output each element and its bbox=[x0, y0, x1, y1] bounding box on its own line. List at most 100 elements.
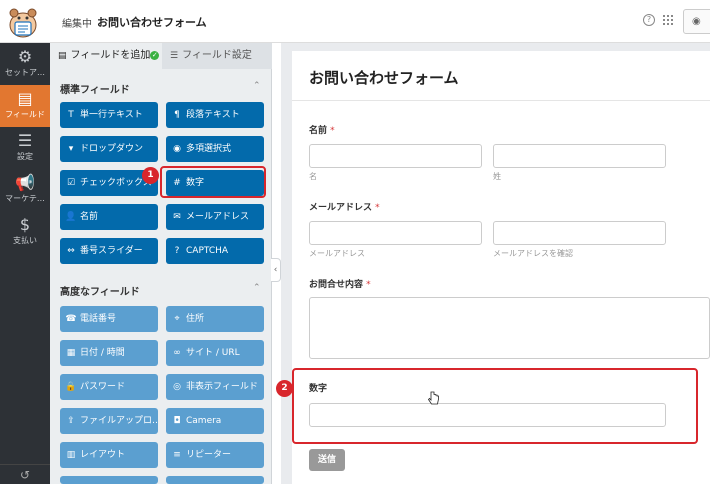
tab-field-settings[interactable]: ☰ フィールド設定 bbox=[162, 43, 272, 69]
sliders-icon: ☰ bbox=[17, 131, 33, 150]
repeater-icon: ≡ bbox=[173, 450, 181, 460]
first-name-input[interactable] bbox=[309, 144, 482, 168]
standard-fields-title: 標準フィールド bbox=[60, 85, 130, 96]
email-input[interactable] bbox=[309, 221, 482, 245]
megaphone-icon: 📢 bbox=[15, 173, 35, 192]
tab-add-fields-label: フィールドを追加 bbox=[70, 50, 151, 61]
last-name-input[interactable] bbox=[493, 144, 666, 168]
field-label: 番号スライダー bbox=[80, 246, 143, 256]
field-multiple-choice[interactable]: ◉ 多項選択式 bbox=[166, 136, 264, 162]
collapse-panel-handle[interactable]: ‹ bbox=[271, 258, 281, 282]
field-label: パスワード bbox=[80, 382, 126, 392]
field-hidden[interactable]: ◎ 非表示フィールド bbox=[166, 374, 264, 400]
form-name-title: お問い合わせフォーム bbox=[97, 16, 207, 29]
field-label: 日付 / 時間 bbox=[80, 348, 125, 358]
chevron-left-icon: ‹ bbox=[273, 265, 278, 275]
dropdown-icon: ▾ bbox=[68, 144, 74, 154]
camera-icon: ◘ bbox=[173, 416, 181, 426]
form-title: お問い合わせフォーム bbox=[309, 69, 459, 87]
nav-settings[interactable]: ☰ 設定 bbox=[0, 127, 50, 169]
field-more[interactable] bbox=[60, 476, 158, 484]
map-pin-icon: ⌖ bbox=[174, 314, 180, 324]
check-icon: ✓ bbox=[150, 50, 160, 60]
tab-add-fields[interactable]: ▤ フィールドを追加 ✓ bbox=[50, 43, 162, 69]
chevron-up-icon[interactable]: ⌃ bbox=[253, 81, 261, 91]
step-2-badge: 2 bbox=[276, 380, 293, 397]
field-website-url[interactable]: ∞ サイト / URL bbox=[166, 340, 264, 366]
revisions-icon[interactable]: ↺ bbox=[0, 464, 50, 484]
nav-payments[interactable]: $ 支払い bbox=[0, 211, 50, 253]
field-layout[interactable]: ▥ レイアウト bbox=[60, 442, 158, 468]
field-dropdown[interactable]: ▾ ドロップダウン bbox=[60, 136, 158, 162]
user-icon: 👤 bbox=[65, 212, 77, 222]
text-icon: T bbox=[68, 110, 74, 120]
sliders-icon: ☰ bbox=[170, 51, 179, 61]
required-mark: * bbox=[366, 280, 371, 290]
field-captcha[interactable]: ? CAPTCHA bbox=[166, 238, 264, 264]
message-field-label: お問合せ内容 * bbox=[309, 280, 371, 290]
fields-panel: ▤ フィールドを追加 ✓ ☰ フィールド設定 標準フィールド ⌃ T 単一行テキスト ¶… bbox=[50, 43, 272, 484]
field-camera[interactable]: ◘ Camera bbox=[166, 408, 264, 434]
gear-icon: ⚙ bbox=[17, 47, 33, 66]
question-icon: ? bbox=[174, 246, 180, 256]
panel-tabs: ▤ フィールドを追加 ✓ ☰ フィールド設定 bbox=[50, 43, 272, 69]
chevron-up-icon[interactable]: ⌃ bbox=[253, 283, 261, 293]
email-confirm-sublabel: メールアドレスを確認 bbox=[493, 249, 573, 258]
field-date-time[interactable]: ▦ 日付 / 時間 bbox=[60, 340, 158, 366]
field-more[interactable] bbox=[166, 476, 264, 484]
last-name-sublabel: 姓 bbox=[493, 172, 501, 181]
link-icon: ∞ bbox=[173, 348, 181, 358]
list-icon: ▤ bbox=[58, 51, 67, 61]
field-repeater[interactable]: ≡ リピーター bbox=[166, 442, 264, 468]
nav-settings-label: 設定 bbox=[17, 152, 33, 161]
upload-icon: ⇪ bbox=[67, 416, 75, 426]
field-label: CAPTCHA bbox=[186, 246, 229, 256]
nav-marketing[interactable]: 📢 マーケテ… bbox=[0, 169, 50, 211]
grid-menu-icon[interactable] bbox=[663, 15, 674, 26]
field-label: メールアドレス bbox=[186, 212, 250, 222]
slider-icon: ⇔ bbox=[67, 246, 75, 256]
field-label: レイアウト bbox=[80, 450, 126, 460]
eye-icon: ◉ bbox=[692, 16, 701, 27]
field-single-line-text[interactable]: T 単一行テキスト bbox=[60, 102, 158, 128]
field-label: ファイルアップロ… bbox=[80, 416, 158, 426]
nav-fields-label: フィールド bbox=[5, 110, 45, 119]
lock-icon: 🔒 bbox=[65, 382, 77, 392]
field-name[interactable]: 👤 名前 bbox=[60, 204, 158, 230]
paragraph-icon: ¶ bbox=[174, 110, 180, 120]
preview-button[interactable]: ◉ bbox=[683, 9, 710, 34]
help-icon[interactable]: ? bbox=[643, 14, 655, 26]
advanced-fields-title: 高度なフィールド bbox=[60, 287, 140, 298]
phone-icon: ☎ bbox=[65, 314, 77, 324]
field-password[interactable]: 🔒 パスワード bbox=[60, 374, 158, 400]
field-paragraph-text[interactable]: ¶ 段落テキスト bbox=[166, 102, 264, 128]
email-confirm-input[interactable] bbox=[493, 221, 666, 245]
field-label: 電話番号 bbox=[80, 314, 117, 324]
field-label: 名前 bbox=[80, 212, 99, 222]
step-1-badge: 1 bbox=[142, 167, 159, 184]
nav-setup[interactable]: ⚙ セットア… bbox=[0, 43, 50, 85]
submit-button[interactable]: 送信 bbox=[309, 449, 345, 471]
nav-payments-label: 支払い bbox=[13, 236, 37, 245]
field-label: Camera bbox=[186, 416, 222, 426]
field-phone[interactable]: ☎ 電話番号 bbox=[60, 306, 158, 332]
dollar-icon: $ bbox=[19, 215, 31, 234]
callout-number-field-highlight bbox=[160, 166, 266, 198]
field-number-slider[interactable]: ⇔ 番号スライダー bbox=[60, 238, 158, 264]
columns-icon: ▥ bbox=[66, 450, 76, 460]
eye-slash-icon: ◎ bbox=[173, 382, 181, 392]
wpforms-logo-icon bbox=[9, 8, 37, 38]
nav-fields[interactable]: ▤ フィールド bbox=[0, 85, 50, 127]
required-mark: * bbox=[330, 126, 335, 136]
field-address[interactable]: ⌖ 住所 bbox=[166, 306, 264, 332]
message-textarea[interactable] bbox=[309, 297, 710, 359]
field-file-upload[interactable]: ⇪ ファイルアップロ… bbox=[60, 408, 158, 434]
left-nav: ⚙ セットア… ▤ フィールド ☰ 設定 📢 マーケテ… $ 支払い ↺ bbox=[0, 43, 50, 484]
field-label: リピーター bbox=[186, 450, 232, 460]
field-email[interactable]: ✉ メールアドレス bbox=[166, 204, 264, 230]
field-label: チェックボックス bbox=[80, 178, 152, 188]
email-sublabel: メールアドレス bbox=[309, 249, 365, 258]
field-label: 非表示フィールド bbox=[186, 382, 258, 392]
field-label: 単一行テキスト bbox=[80, 110, 143, 120]
hand-cursor-icon bbox=[428, 391, 439, 405]
